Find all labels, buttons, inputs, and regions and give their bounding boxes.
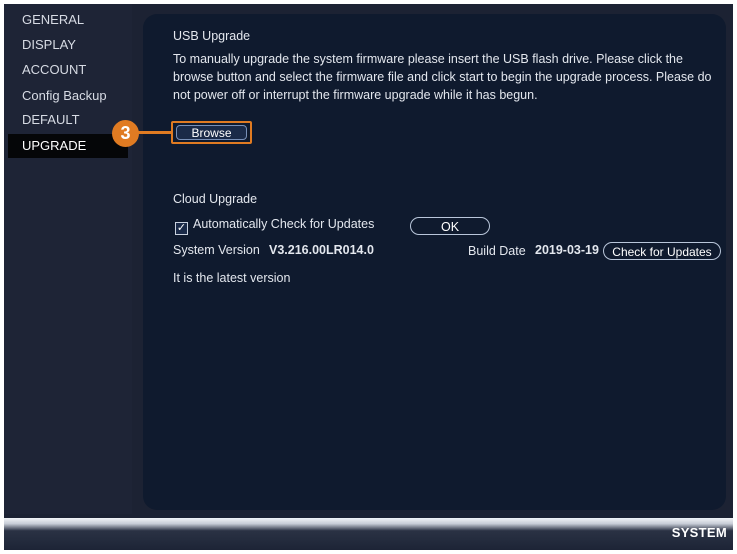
auto-check-checkbox[interactable]: ✓: [175, 222, 188, 235]
sidebar-item-account[interactable]: ACCOUNT: [8, 58, 128, 82]
bottom-bar: [4, 518, 733, 550]
sidebar-item-general[interactable]: GENERAL: [8, 8, 128, 32]
callout-badge: 3: [112, 120, 139, 147]
auto-check-label: Automatically Check for Updates: [193, 217, 375, 231]
browse-button[interactable]: Browse: [176, 125, 247, 140]
system-version-value: V3.216.00LR014.0: [269, 243, 374, 257]
sidebar-item-display[interactable]: DISPLAY: [8, 33, 128, 57]
usb-upgrade-description: To manually upgrade the system firmware …: [173, 52, 712, 102]
checkmark-icon: ✓: [176, 222, 187, 234]
system-section-label[interactable]: SYSTEM: [672, 525, 727, 540]
sidebar-item-config-backup[interactable]: Config Backup: [8, 84, 128, 108]
usb-upgrade-heading: USB Upgrade: [173, 29, 251, 43]
update-status-text: It is the latest version: [173, 271, 291, 285]
build-date-value: 2019-03-19: [535, 243, 599, 257]
build-date-label: Build Date: [468, 244, 526, 258]
upgrade-panel: USB Upgrade To manually upgrade the syst…: [143, 14, 726, 510]
check-for-updates-button[interactable]: Check for Updates: [603, 242, 721, 260]
sidebar-menu: GENERAL DISPLAY ACCOUNT Config Backup DE…: [4, 4, 132, 514]
cloud-upgrade-heading: Cloud Upgrade: [173, 192, 258, 206]
browse-highlight: Browse: [171, 121, 252, 144]
sidebar-item-default[interactable]: DEFAULT: [8, 108, 128, 132]
callout-connector: [138, 131, 172, 134]
system-version-label: System Version: [173, 243, 260, 257]
settings-window: GENERAL DISPLAY ACCOUNT Config Backup DE…: [4, 4, 733, 550]
sidebar-item-upgrade[interactable]: UPGRADE: [8, 134, 128, 158]
ok-button[interactable]: OK: [410, 217, 490, 235]
